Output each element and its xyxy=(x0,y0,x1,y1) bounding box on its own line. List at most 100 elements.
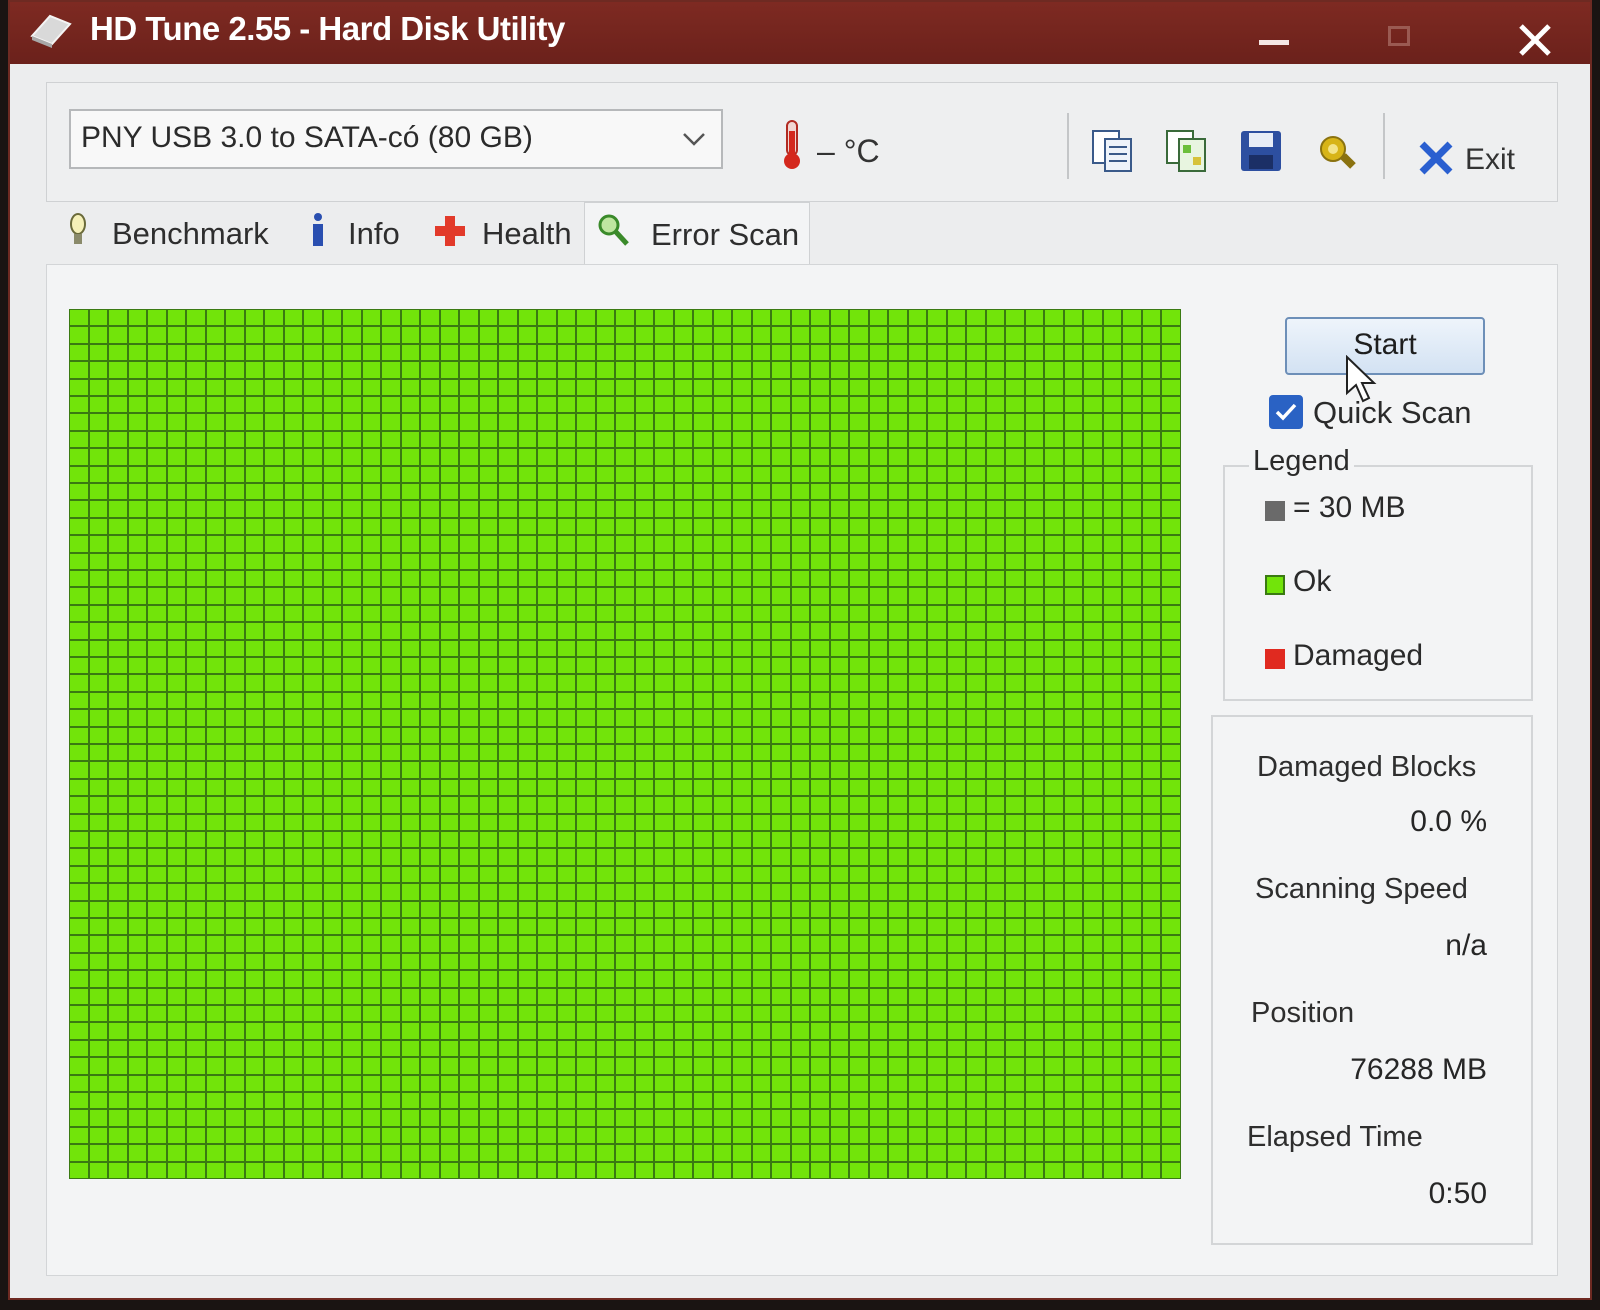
scan-block xyxy=(635,1075,654,1091)
scan-block xyxy=(850,692,868,709)
scan-block xyxy=(733,518,751,535)
scan-block xyxy=(284,831,303,848)
scan-block xyxy=(206,449,225,465)
scan-block xyxy=(187,866,205,883)
scan-block xyxy=(265,1092,283,1109)
scan-block xyxy=(245,588,264,604)
save-icon[interactable] xyxy=(1237,127,1285,175)
scan-block xyxy=(713,344,732,361)
title-bar[interactable]: HD Tune 2.55 - Hard Disk Utility xyxy=(10,2,1590,64)
close-button[interactable] xyxy=(1515,22,1559,56)
scan-block xyxy=(752,570,771,587)
scan-block xyxy=(1142,814,1161,830)
copy-all-icon[interactable] xyxy=(1163,127,1211,175)
scan-block xyxy=(226,710,244,726)
scan-block xyxy=(128,1145,147,1161)
scan-block xyxy=(167,762,186,778)
scan-block xyxy=(304,1005,322,1022)
scan-block xyxy=(850,449,868,465)
scan-block xyxy=(986,884,1005,900)
scan-block xyxy=(908,901,927,917)
scan-block xyxy=(1045,588,1063,604)
scan-block xyxy=(791,814,810,830)
scan-block xyxy=(499,396,517,413)
scan-block xyxy=(869,431,888,448)
tab-info[interactable]: Info xyxy=(290,202,420,264)
scan-block xyxy=(421,344,439,361)
tab-error-scan[interactable]: Error Scan xyxy=(584,202,810,264)
scan-block xyxy=(889,396,907,413)
scan-block xyxy=(947,327,966,343)
scan-block xyxy=(596,379,615,395)
scan-block xyxy=(869,779,888,796)
scan-block xyxy=(89,831,108,848)
scan-block xyxy=(889,1110,907,1126)
scan-block xyxy=(187,362,205,378)
scan-block xyxy=(830,1162,849,1178)
scan-block xyxy=(1142,936,1161,952)
scan-block xyxy=(206,518,225,535)
scan-block xyxy=(830,1040,849,1057)
maximize-button[interactable] xyxy=(1382,22,1422,52)
scan-block xyxy=(89,1075,108,1091)
scan-block xyxy=(772,797,790,813)
options-icon[interactable] xyxy=(1311,127,1359,175)
scan-block xyxy=(1064,1145,1083,1161)
scan-block xyxy=(850,657,868,674)
scan-block xyxy=(752,971,771,987)
scan-block xyxy=(460,675,478,691)
scan-block xyxy=(265,744,283,761)
scan-block xyxy=(1142,727,1161,743)
scan-block xyxy=(947,1127,966,1144)
scan-block xyxy=(284,431,303,448)
scan-block xyxy=(908,953,927,970)
copy-icon[interactable] xyxy=(1089,127,1137,175)
scan-block xyxy=(811,379,829,395)
scan-block xyxy=(986,640,1005,656)
scan-block xyxy=(245,1145,264,1161)
scan-block xyxy=(986,379,1005,395)
exit-button[interactable]: Exit xyxy=(1417,135,1537,183)
scan-block xyxy=(148,518,166,535)
scan-block xyxy=(284,605,303,622)
scan-block xyxy=(752,797,771,813)
scan-block xyxy=(440,1058,459,1074)
tab-benchmark[interactable]: Benchmark xyxy=(50,202,280,264)
magnifier-icon xyxy=(598,214,629,246)
start-button[interactable]: Start xyxy=(1285,317,1485,375)
scan-block xyxy=(811,623,829,639)
scan-block xyxy=(557,1162,576,1178)
scan-block xyxy=(128,710,147,726)
checkmark-icon xyxy=(1275,403,1297,421)
scan-block xyxy=(1084,588,1102,604)
scan-block xyxy=(421,727,439,743)
tab-health[interactable]: Health xyxy=(422,202,582,264)
scan-block xyxy=(362,483,381,500)
scan-block xyxy=(421,1127,439,1144)
scan-block xyxy=(323,431,342,448)
scan-block xyxy=(889,327,907,343)
scan-block xyxy=(616,762,634,778)
scan-block xyxy=(1162,344,1180,361)
scan-block xyxy=(265,971,283,987)
thermometer-icon xyxy=(784,120,800,169)
scan-block xyxy=(713,414,732,430)
scan-block xyxy=(499,1127,517,1144)
scan-block xyxy=(967,814,985,830)
scan-block xyxy=(323,849,342,865)
scan-block xyxy=(226,692,244,709)
scan-block xyxy=(148,553,166,569)
minimize-button[interactable] xyxy=(1255,22,1295,52)
scan-block xyxy=(421,570,439,587)
scan-block xyxy=(148,884,166,900)
scan-block xyxy=(167,623,186,639)
scan-block xyxy=(343,675,361,691)
scan-block xyxy=(460,657,478,674)
scan-block xyxy=(713,1127,732,1144)
scan-block xyxy=(109,327,127,343)
scan-block xyxy=(577,814,595,830)
scan-block xyxy=(616,518,634,535)
scan-block xyxy=(635,831,654,848)
scan-block xyxy=(850,971,868,987)
drive-select[interactable]: PNY USB 3.0 to SATA-có (80 GB) xyxy=(69,109,723,169)
